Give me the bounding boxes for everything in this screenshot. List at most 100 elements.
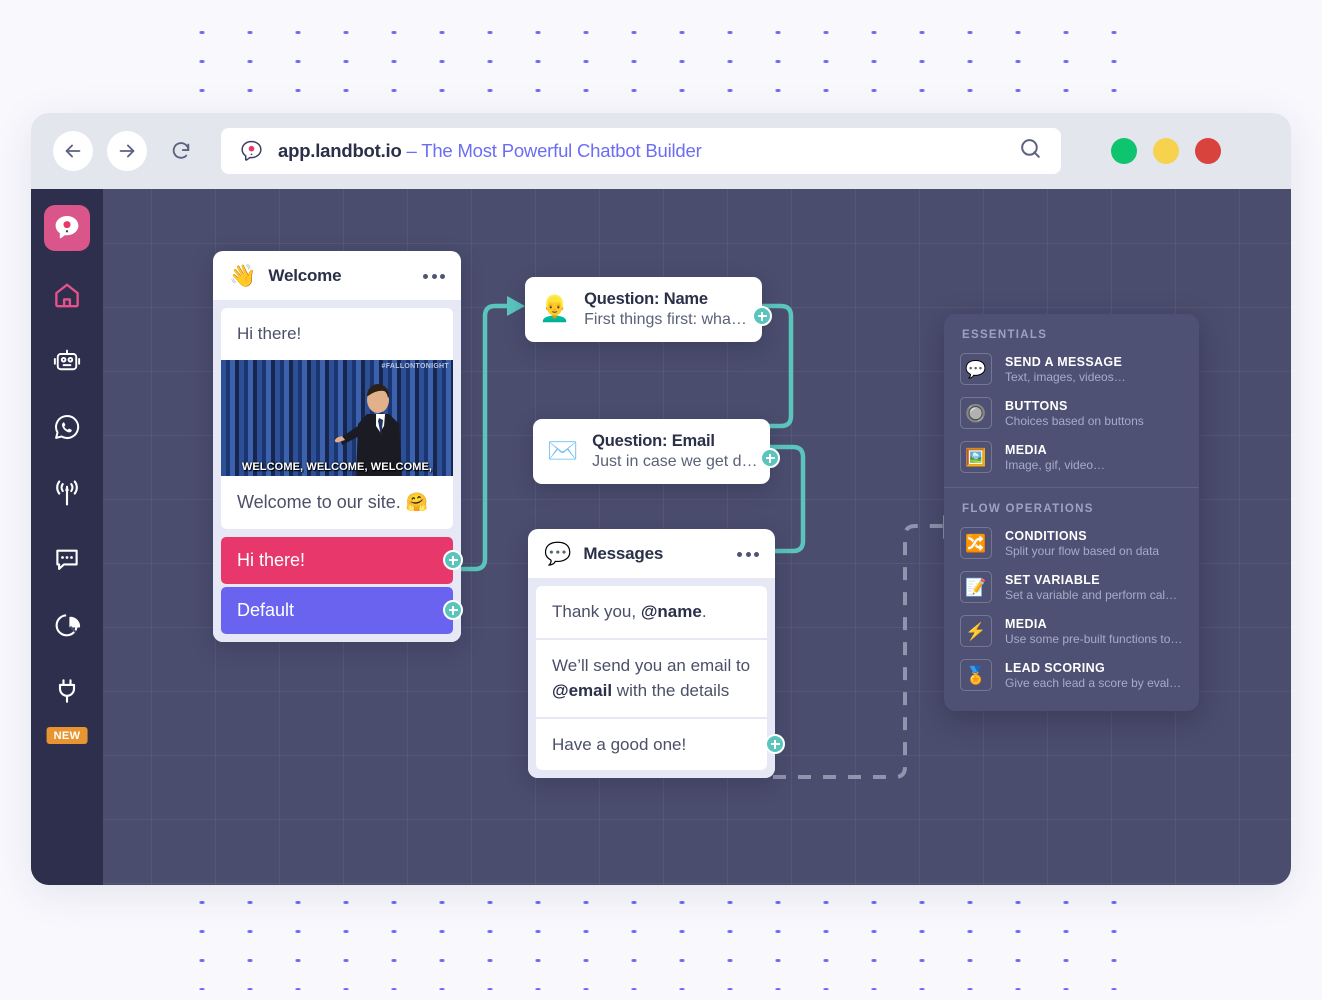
connector-hi-there-to-question-name xyxy=(454,303,510,572)
question-email-node[interactable]: ✉️ Question: Email Just in case we get d… xyxy=(533,419,780,484)
panel-item-lead-scoring[interactable]: 🏅 LEAD SCORING Give each lead a score by… xyxy=(944,653,1199,697)
panel-item-text: CONDITIONS Split your flow based on data xyxy=(1005,529,1159,558)
maximize-dot[interactable] xyxy=(1153,138,1179,164)
add-connector-icon[interactable] xyxy=(760,448,780,468)
flow-canvas[interactable]: 👋 Welcome Hi there! #FALLONTONIGHT WELCO… xyxy=(103,189,1291,885)
arrow-left-icon xyxy=(65,144,81,158)
add-connector-icon[interactable] xyxy=(752,306,772,326)
panel-item-subtitle: Set a variable and perform calcul… xyxy=(1005,587,1183,602)
choice-button-hi-there[interactable]: Hi there! xyxy=(221,536,463,584)
panel-item-send-a-message[interactable]: 💬 SEND A MESSAGE Text, images, videos… xyxy=(944,347,1199,391)
welcome-card-body: Hi there! #FALLONTONIGHT WELCOME, WELCOM… xyxy=(213,300,463,642)
url-search-button[interactable] xyxy=(1018,136,1043,166)
bubble-text: Thank you, xyxy=(552,602,641,621)
more-options-icon[interactable] xyxy=(737,551,759,557)
bubble-text: with the details xyxy=(612,681,730,700)
panel-item-buttons[interactable]: 🔘 BUTTONS Choices based on buttons xyxy=(944,391,1199,435)
bubble-variable: @name xyxy=(640,602,702,621)
sidebar-item-bots[interactable] xyxy=(45,339,89,383)
back-button[interactable] xyxy=(53,131,93,171)
welcome-closing-bubble[interactable]: Welcome to our site. 🤗 xyxy=(221,475,453,529)
panel-item-set-variable[interactable]: 📝 SET VARIABLE Set a variable and perfor… xyxy=(944,565,1199,609)
lightning-icon: ⚡ xyxy=(960,615,992,647)
node-subtitle: Just in case we get d… xyxy=(592,453,758,470)
sidebar-item-integrations[interactable]: NEW xyxy=(45,669,89,744)
bubble-text: Have a good one! xyxy=(552,734,687,754)
panel-item-text: MEDIA Use some pre-built functions to … xyxy=(1005,617,1183,646)
messages-card-body: Thank you, @name. We’ll send you an emai… xyxy=(528,578,785,778)
panel-item-subtitle: Choices based on buttons xyxy=(1005,413,1144,428)
welcome-card-header: 👋 Welcome xyxy=(213,251,461,300)
url-domain: app.landbot.io xyxy=(278,140,402,161)
panel-item-subtitle: Text, images, videos… xyxy=(1005,369,1126,384)
panel-item-title: CONDITIONS xyxy=(1005,528,1087,543)
arrow-right-icon xyxy=(119,144,135,158)
url-title-suffix: – The Most Powerful Chatbot Builder xyxy=(401,140,702,161)
choice-label: Default xyxy=(237,599,295,620)
sidebar-item-home[interactable] xyxy=(45,273,89,317)
message-bubble-1[interactable]: Thank you, @name. xyxy=(536,586,767,638)
sidebar-item-analytics[interactable] xyxy=(45,603,89,647)
node-title: Question: Email xyxy=(592,432,715,450)
question-name-node[interactable]: 👱‍♂️ Question: Name First things first: … xyxy=(525,277,772,342)
more-options-icon[interactable] xyxy=(423,273,445,279)
node-title: Question: Name xyxy=(584,290,708,308)
reload-icon xyxy=(172,142,190,159)
panel-item-subtitle: Split your flow based on data xyxy=(1005,543,1160,558)
blocks-panel[interactable]: ESSENTIALS 💬 SEND A MESSAGE Text, images… xyxy=(944,314,1199,711)
add-connector-icon[interactable] xyxy=(765,734,785,755)
panel-item-text: SET VARIABLE Set a variable and perform … xyxy=(1005,573,1183,602)
envelope-emoji-icon: ✉️ xyxy=(547,437,579,465)
messages-card[interactable]: 💬 Messages Thank you, @name. We’ll send … xyxy=(528,529,785,778)
gif-watermark: #FALLONTONIGHT xyxy=(381,362,449,370)
url-text: app.landbot.io – The Most Powerful Chatb… xyxy=(278,140,702,162)
panel-item-text: LEAD SCORING Give each lead a score by e… xyxy=(1005,661,1183,690)
choice-button-default[interactable]: Default xyxy=(221,586,463,634)
panel-item-text: SEND A MESSAGE Text, images, videos… xyxy=(1005,355,1126,384)
reload-button[interactable] xyxy=(161,131,201,171)
buttons-icon: 🔘 xyxy=(960,397,992,429)
bubble-text: We’ll send you an email to xyxy=(552,655,751,675)
forward-button[interactable] xyxy=(107,131,147,171)
search-icon xyxy=(1021,139,1040,158)
panel-item-subtitle: Give each lead a score by evalua… xyxy=(1005,675,1183,690)
welcome-gif[interactable]: #FALLONTONIGHT WELCOME, WELCOME, WELCOME… xyxy=(221,359,453,476)
connector-messages-to-blocks-panel xyxy=(773,524,943,779)
media-frame-icon: 🖼️ xyxy=(960,441,992,473)
panel-item-media-essentials[interactable]: 🖼️ MEDIA Image, gif, video… xyxy=(944,435,1199,479)
minimize-dot[interactable] xyxy=(1111,138,1137,164)
add-connector-icon[interactable] xyxy=(443,600,463,620)
medal-icon: 🏅 xyxy=(960,659,992,691)
person-emoji-icon: 👱‍♂️ xyxy=(539,295,571,323)
landbot-logo-icon xyxy=(241,140,262,161)
memo-icon: 📝 xyxy=(960,571,992,603)
message-bubble-2[interactable]: We’ll send you an email to @email with t… xyxy=(536,639,767,717)
messages-card-header: 💬 Messages xyxy=(528,529,775,578)
app-body: NEW 👋 Welcome Hi there! #FALLONTONIGHT W… xyxy=(31,189,1291,885)
add-connector-icon[interactable] xyxy=(443,550,463,570)
whatsapp-icon xyxy=(55,414,80,439)
panel-item-media-flow[interactable]: ⚡ MEDIA Use some pre-built functions to … xyxy=(944,609,1199,653)
panel-item-title: MEDIA xyxy=(1005,616,1048,631)
close-dot[interactable] xyxy=(1195,138,1221,164)
browser-chrome-bar: app.landbot.io – The Most Powerful Chatb… xyxy=(31,113,1291,189)
welcome-card-title: Welcome xyxy=(268,266,342,285)
panel-item-conditions[interactable]: 🔀 CONDITIONS Split your flow based on da… xyxy=(944,521,1199,565)
sidebar-item-whatsapp[interactable] xyxy=(45,405,89,449)
robot-icon xyxy=(53,349,81,371)
sidebar-item-inbox[interactable] xyxy=(45,537,89,581)
choice-label: Hi there! xyxy=(237,549,306,570)
welcome-message-bubble[interactable]: Hi there! xyxy=(221,308,453,360)
panel-item-title: BUTTONS xyxy=(1005,398,1068,413)
sidebar-item-broadcast[interactable] xyxy=(45,471,89,515)
sidebar-item-landbot-logo[interactable] xyxy=(44,205,90,251)
panel-item-subtitle: Use some pre-built functions to … xyxy=(1005,631,1183,646)
url-bar[interactable]: app.landbot.io – The Most Powerful Chatb… xyxy=(221,128,1061,174)
wave-emoji-icon: 👋 xyxy=(229,263,257,288)
bubble-text: . xyxy=(701,602,707,621)
message-bubble-3[interactable]: Have a good one! xyxy=(536,718,785,770)
speech-bubble-icon: 💬 xyxy=(960,353,992,385)
shuffle-icon: 🔀 xyxy=(960,527,992,559)
panel-item-text: MEDIA Image, gif, video… xyxy=(1005,443,1105,472)
welcome-card[interactable]: 👋 Welcome Hi there! #FALLONTONIGHT WELCO… xyxy=(213,251,463,642)
